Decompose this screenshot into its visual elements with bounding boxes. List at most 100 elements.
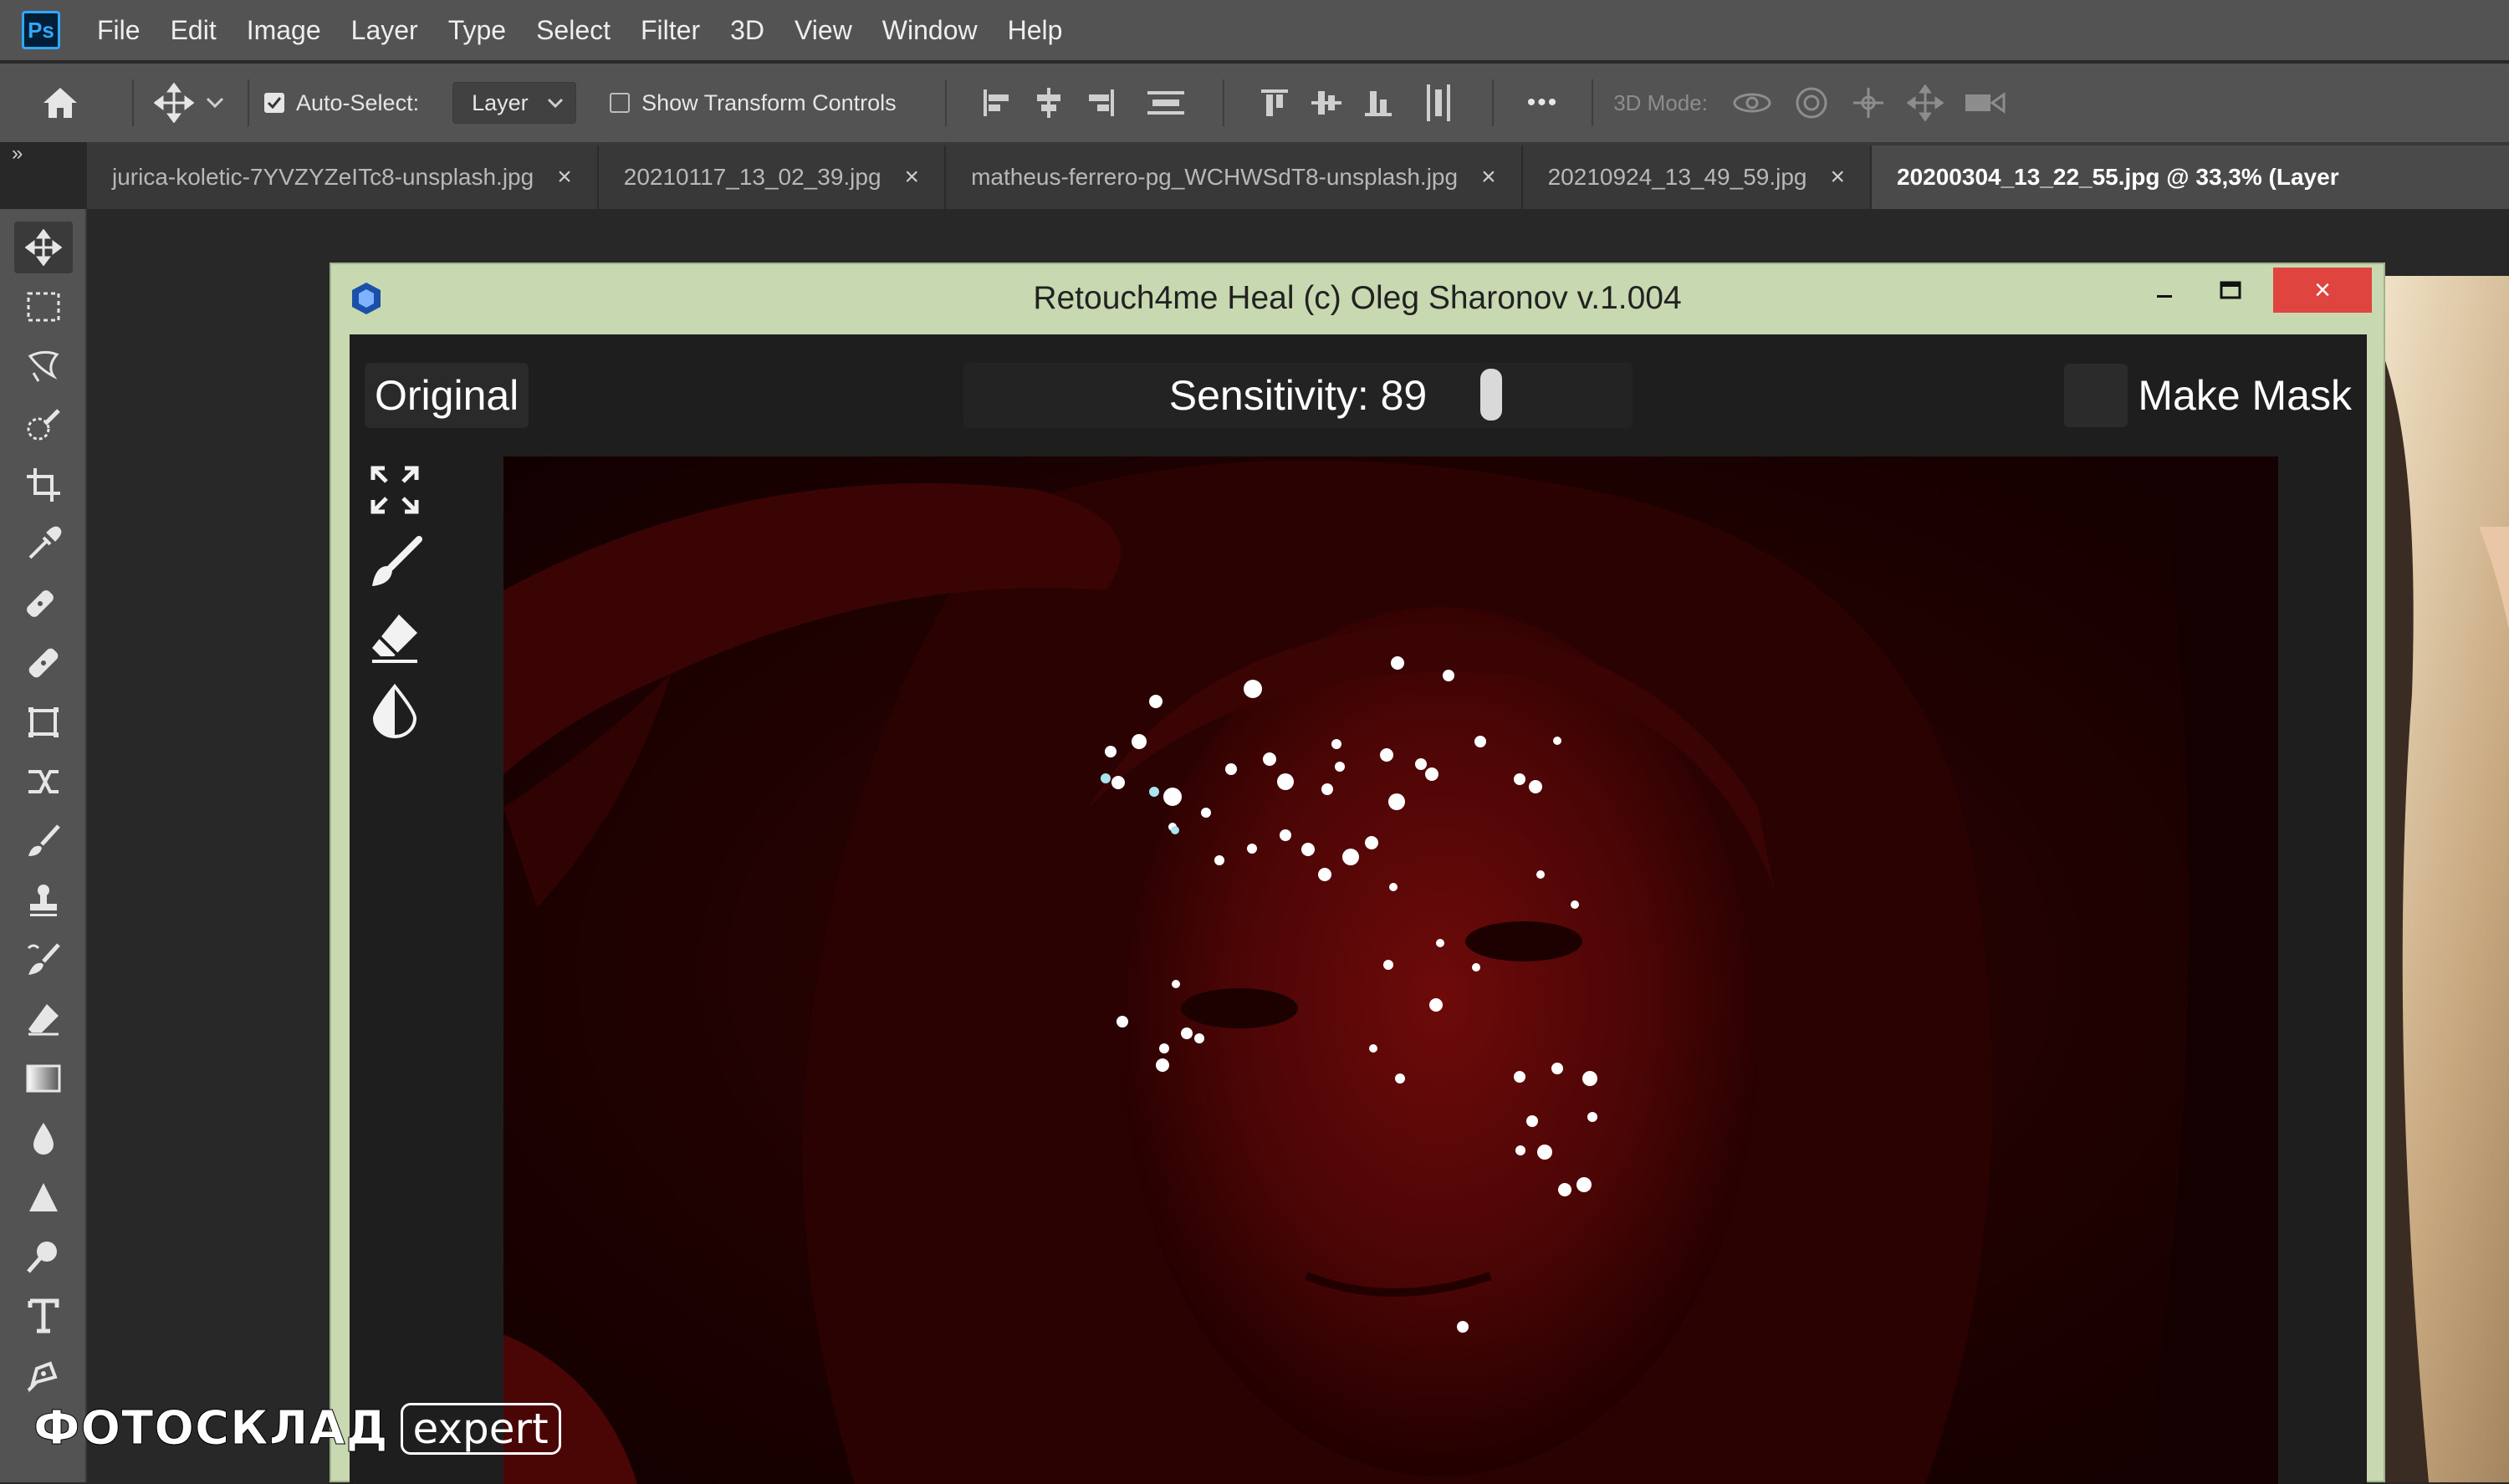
clone-stamp-tool-icon <box>30 884 57 916</box>
document-tab-active[interactable]: 20200304_13_22_55.jpg @ 33,3% (Layer <box>1872 145 2509 209</box>
marquee-tool-icon <box>27 292 60 321</box>
make-mask-toggle[interactable]: Make Mask <box>2064 363 2352 428</box>
crop-tool[interactable] <box>0 455 87 514</box>
watermark: ФОТОСКЛАД expert <box>33 1401 561 1456</box>
healing-brush-tool[interactable] <box>0 633 87 692</box>
document-tab[interactable]: matheus-ferrero-pg_WCHWSdT8-unsplash.jpg… <box>946 145 1523 209</box>
gradient-tool-icon <box>26 1064 61 1092</box>
separator <box>1592 79 1594 126</box>
fit-screen-button[interactable] <box>365 460 425 520</box>
tab-label: 20210924_13_49_59.jpg <box>1547 164 1807 190</box>
menu-view[interactable]: View <box>795 15 852 46</box>
minimize-icon <box>2157 295 2172 298</box>
plugin-title: Retouch4me Heal (c) Oleg Sharonov v.1.00… <box>1033 280 1682 316</box>
menu-layer[interactable]: Layer <box>351 15 418 46</box>
lasso-tool-icon <box>28 350 59 382</box>
document-tab[interactable]: 20210117_13_02_39.jpg × <box>598 145 947 209</box>
lasso-tool[interactable] <box>0 336 87 395</box>
brush-button[interactable] <box>365 533 425 594</box>
separator <box>944 79 947 126</box>
menu-edit[interactable]: Edit <box>171 15 217 46</box>
home-icon[interactable] <box>40 84 80 121</box>
move-tool-icon <box>25 228 62 266</box>
pen-tool-icon <box>27 1360 58 1393</box>
preview-image[interactable] <box>503 456 2278 1484</box>
spot-healing-tool[interactable] <box>0 574 87 633</box>
align-bottom-icon[interactable] <box>1362 86 1395 120</box>
patch-tool[interactable] <box>0 692 87 752</box>
photoshop-logo: Ps <box>22 11 60 49</box>
spot-healing-tool-icon <box>27 589 54 617</box>
eraser-tool[interactable] <box>0 989 87 1048</box>
document-tab[interactable]: 20210924_13_49_59.jpg × <box>1522 145 1873 209</box>
quick-select-tool[interactable] <box>0 395 87 455</box>
close-icon[interactable]: × <box>557 163 572 191</box>
distribute-horizontal-icon[interactable] <box>1422 83 1455 123</box>
gradient-tool[interactable] <box>0 1048 87 1108</box>
auto-select-target-dropdown[interactable]: Layer <box>452 82 577 124</box>
menu-filter[interactable]: Filter <box>641 15 700 46</box>
maximize-button[interactable] <box>2201 268 2260 314</box>
move-tool-preset-icon[interactable] <box>154 83 194 123</box>
eraser-button[interactable] <box>365 607 425 667</box>
chevron-down-icon[interactable] <box>206 97 224 109</box>
align-center-horizontal-icon[interactable] <box>1032 86 1065 120</box>
history-brush-tool[interactable] <box>0 930 87 989</box>
align-right-icon[interactable] <box>1084 86 1117 120</box>
3d-pan-icon[interactable] <box>1850 84 1887 121</box>
menu-select[interactable]: Select <box>536 15 611 46</box>
brush-tool-icon <box>28 824 60 856</box>
sensitivity-label: Sensitivity: 89 <box>1168 372 1428 419</box>
sensitivity-slider[interactable]: Sensitivity: 89 <box>963 363 1633 428</box>
more-options-icon[interactable]: ••• <box>1527 89 1559 117</box>
menu-file[interactable]: File <box>97 15 141 46</box>
original-button[interactable]: Original <box>365 363 529 428</box>
minimize-button[interactable] <box>2139 268 2190 314</box>
distribute-vertical-icon[interactable] <box>1146 86 1186 120</box>
crop-tool-icon <box>27 467 60 502</box>
type-tool[interactable] <box>0 1286 87 1345</box>
sharpen-tool[interactable] <box>0 1167 87 1226</box>
move-tool[interactable] <box>0 217 87 277</box>
align-left-icon[interactable] <box>980 86 1014 120</box>
tab-label: 20210117_13_02_39.jpg <box>623 164 881 190</box>
menu-window[interactable]: Window <box>882 15 978 46</box>
content-aware-move-tool[interactable] <box>0 752 87 811</box>
menu-image[interactable]: Image <box>247 15 321 46</box>
make-mask-checkbox[interactable] <box>2064 364 2128 427</box>
close-icon[interactable]: × <box>1481 163 1496 191</box>
separator <box>248 79 249 126</box>
3d-slide-icon[interactable] <box>1906 84 1944 121</box>
align-top-icon[interactable] <box>1258 86 1291 120</box>
document-tab[interactable]: jurica-koletic-7YVZYZeITc8-unsplash.jpg … <box>87 145 599 209</box>
chevron-down-icon <box>548 98 564 108</box>
panel-expand-icon[interactable]: » <box>0 142 87 176</box>
plugin-titlebar[interactable]: Retouch4me Heal (c) Oleg Sharonov v.1.00… <box>331 264 2384 333</box>
menu-type[interactable]: Type <box>448 15 506 46</box>
marquee-tool[interactable] <box>0 277 87 336</box>
healing-brush-tool-icon <box>28 648 59 677</box>
clone-stamp-tool[interactable] <box>0 870 87 930</box>
close-icon[interactable]: × <box>1830 163 1845 191</box>
contrast-button[interactable] <box>365 681 425 741</box>
dodge-tool[interactable] <box>0 1226 87 1286</box>
align-middle-vertical-icon[interactable] <box>1310 86 1343 120</box>
3d-roll-icon[interactable] <box>1793 84 1830 121</box>
eyedropper-tool[interactable] <box>0 514 87 574</box>
watermark-brand: ФОТОСКЛАД <box>33 1401 389 1456</box>
close-icon[interactable]: × <box>905 163 920 191</box>
retouch4me-logo-icon <box>350 281 383 320</box>
blur-tool[interactable] <box>0 1108 87 1167</box>
menu-3d[interactable]: 3D <box>730 15 764 46</box>
close-button[interactable]: × <box>2273 268 2372 313</box>
patch-tool-icon <box>28 706 59 737</box>
3d-scale-camera-icon[interactable] <box>1964 88 2009 118</box>
eraser-icon <box>372 615 417 663</box>
menu-help[interactable]: Help <box>1008 15 1063 46</box>
brush-tool[interactable] <box>0 811 87 870</box>
pen-tool[interactable] <box>0 1345 87 1405</box>
show-transform-checkbox[interactable] <box>610 93 631 113</box>
auto-select-checkbox[interactable] <box>264 93 284 113</box>
sensitivity-slider-thumb[interactable] <box>1480 369 1503 421</box>
3d-orbit-icon[interactable] <box>1731 86 1773 120</box>
